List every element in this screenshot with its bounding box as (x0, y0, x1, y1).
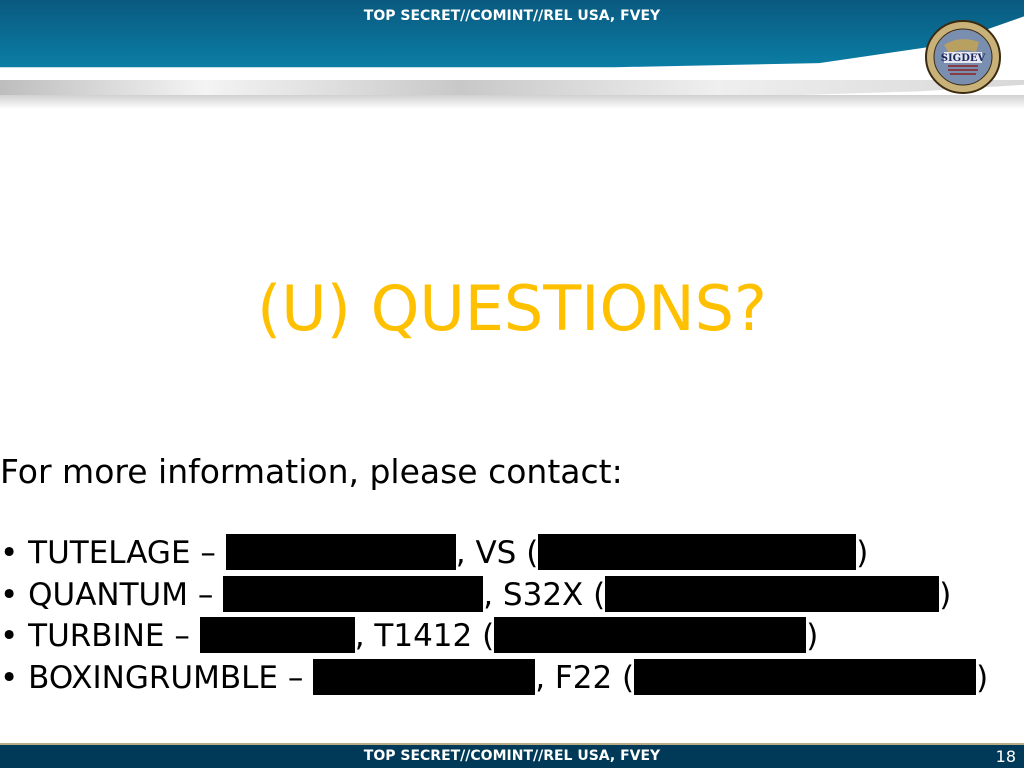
redaction-box (313, 658, 536, 695)
banner-swoosh (0, 80, 1024, 96)
slide-title: (U) QUESTIONS? (257, 272, 767, 345)
classification-footer: TOP SECRET//COMINT//REL USA, FVEY (363, 748, 661, 764)
list-item: • TUTELAGE – , VS () (0, 533, 988, 575)
program-name: • QUANTUM – (0, 576, 224, 613)
program-name: • BOXINGRUMBLE – (0, 659, 314, 696)
classification-header: TOP SECRET//COMINT//REL USA, FVEY (363, 8, 661, 24)
org-code: , F22 ( (535, 659, 635, 696)
program-name: • TURBINE – (0, 618, 200, 654)
org-code: , VS ( (455, 535, 539, 571)
list-item: • BOXINGRUMBLE – , F22 () (0, 658, 988, 700)
close-paren: ) (806, 618, 819, 654)
redaction-box (605, 575, 940, 612)
header-banner: TOP SECRET//COMINT//REL USA, FVEY SIGDEV (0, 0, 1024, 120)
svg-text:SIGDEV: SIGDEV (941, 53, 986, 64)
close-paren: ) (939, 576, 952, 613)
redaction-box (494, 617, 807, 653)
contact-list: • TUTELAGE – , VS () • QUANTUM – , S32X … (0, 533, 988, 699)
contact-intro: For more information, please contact: (0, 452, 623, 491)
list-item: • QUANTUM – , S32X () (0, 575, 988, 617)
page-number: 18 (995, 747, 1016, 766)
redaction-box (538, 534, 857, 570)
org-code: , T1412 ( (354, 618, 495, 654)
org-code: , S32X ( (483, 576, 606, 613)
redaction-box (634, 658, 977, 695)
close-paren: ) (856, 535, 869, 571)
list-item: • TURBINE – , T1412 () (0, 616, 988, 658)
banner-shadow (0, 95, 1024, 109)
sigdev-seal-logo: SIGDEV (925, 20, 1001, 94)
redaction-box (199, 617, 355, 653)
program-name: • TUTELAGE – (0, 535, 226, 571)
redaction-box (223, 575, 484, 612)
close-paren: ) (976, 659, 989, 696)
footer-bar: TOP SECRET//COMINT//REL USA, FVEY 18 (0, 743, 1024, 768)
redaction-box (225, 534, 456, 570)
